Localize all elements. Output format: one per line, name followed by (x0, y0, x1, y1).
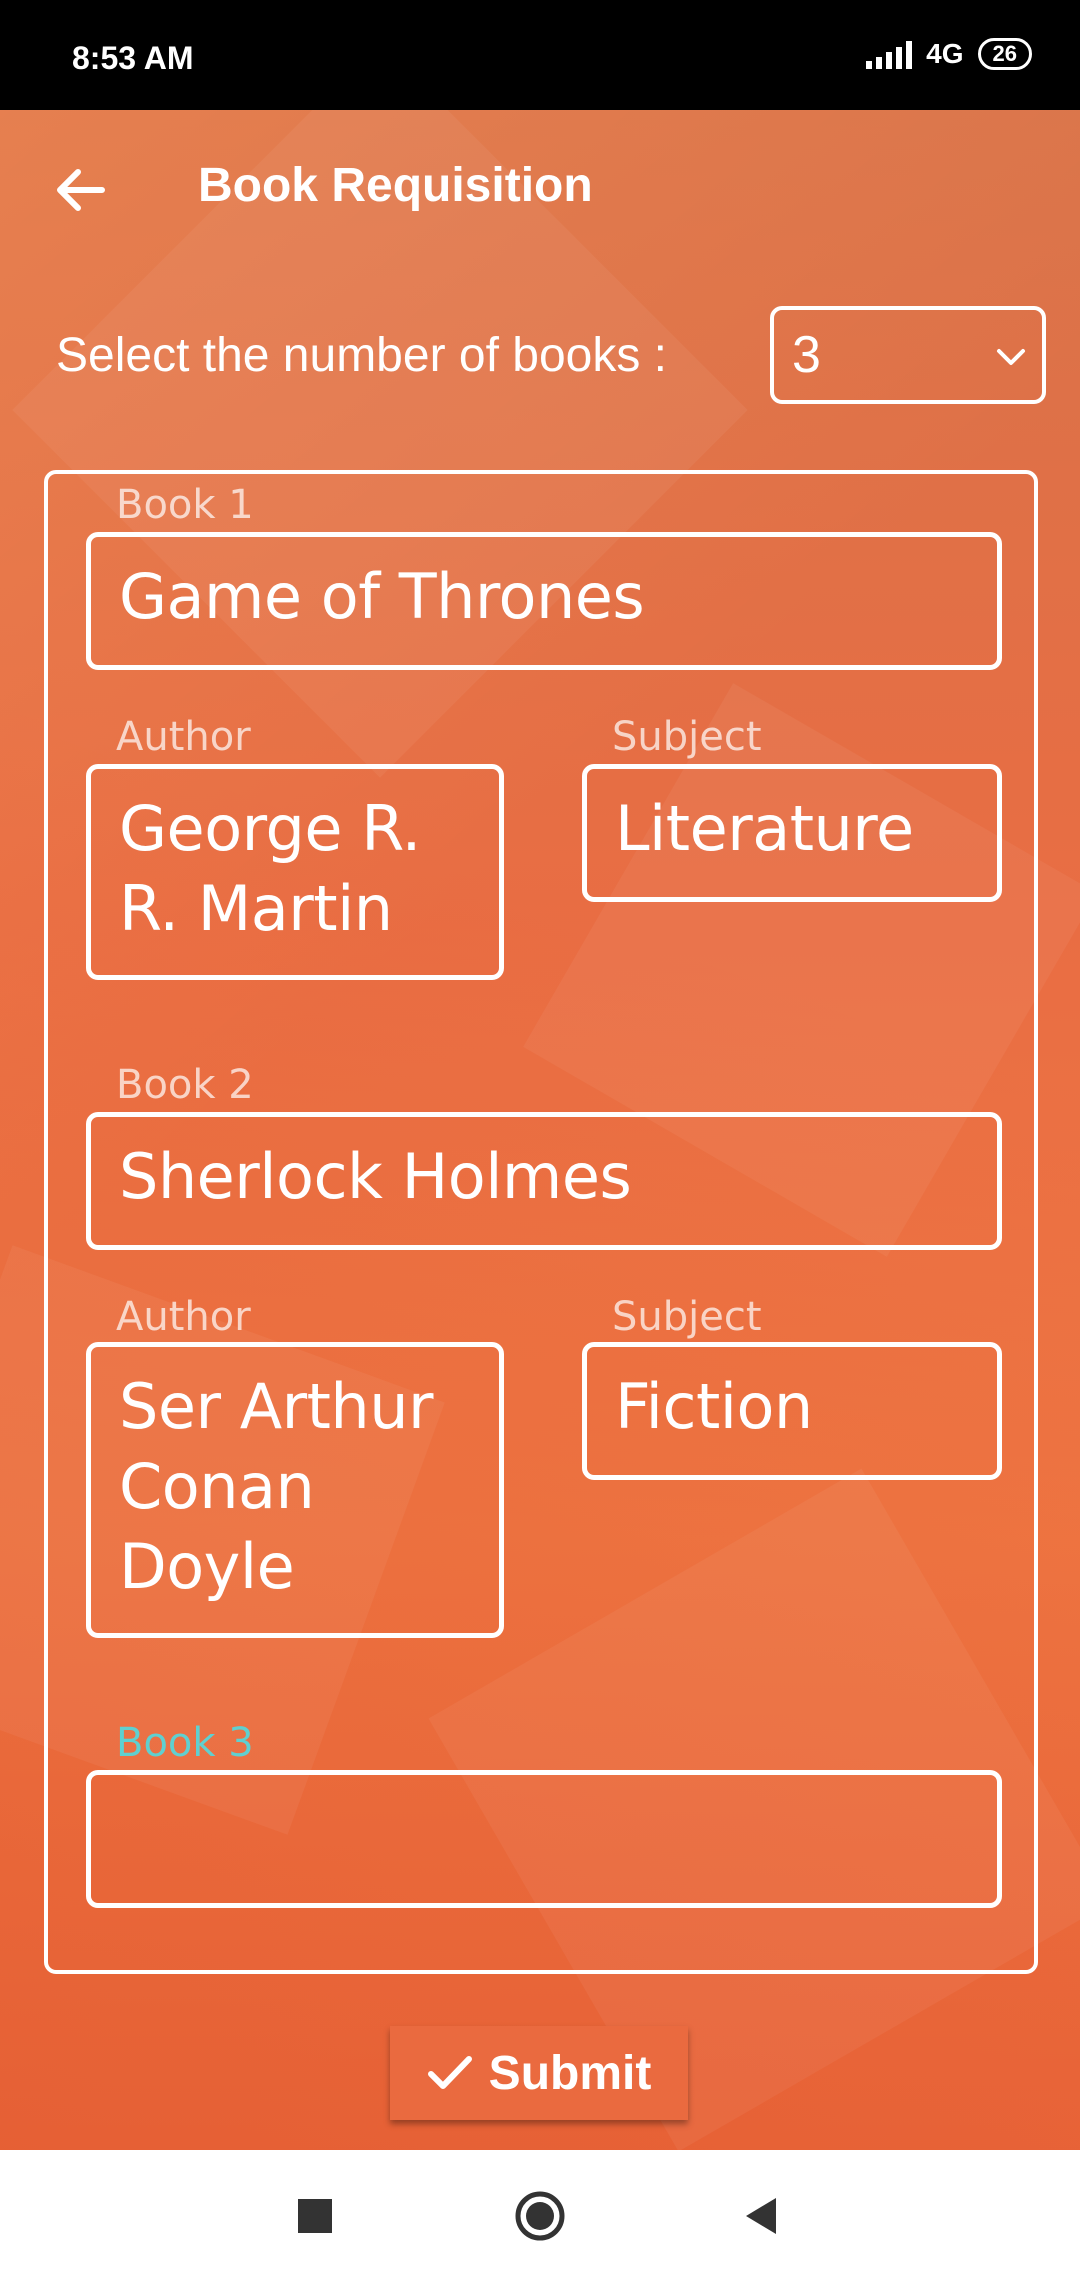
book-2-author-label: Author (116, 1294, 251, 1340)
book-form-card: Book 1 Game of Thrones Author George R. … (44, 470, 1038, 1974)
book-count-value: 3 (792, 326, 821, 384)
battery-icon: 26 (977, 38, 1032, 70)
book-1-author-label: Author (116, 714, 251, 760)
book-2-label: Book 2 (116, 1062, 254, 1108)
book-1-label: Book 1 (116, 482, 254, 528)
book-2-author-line2: Conan (119, 1450, 315, 1523)
chevron-down-icon (997, 349, 1025, 365)
status-time: 8:53 AM (72, 40, 194, 76)
book-3-label: Book 3 (116, 1720, 254, 1766)
book-count-select[interactable]: 3 (770, 306, 1046, 404)
book-2-author-field[interactable]: Ser Arthur Conan Doyle (86, 1342, 504, 1638)
submit-label: Submit (488, 2046, 652, 2100)
battery-level: 26 (992, 41, 1017, 66)
book-2-subject-label: Subject (612, 1294, 762, 1340)
book-2-author-line1: Ser Arthur (119, 1370, 434, 1443)
book-1-subject-field[interactable]: Literature (582, 764, 1002, 902)
book-3-title-field[interactable] (86, 1770, 1002, 1908)
status-bar: 8:53 AM 4G 26 (0, 0, 1080, 110)
book-2-title-field[interactable]: Sherlock Holmes (86, 1112, 1002, 1250)
book-1-author-line1: George R. (119, 792, 421, 865)
back-arrow-icon[interactable] (50, 160, 110, 220)
navigation-bar (0, 2150, 1080, 2280)
book-count-label: Select the number of books : (56, 329, 668, 382)
book-1-author-field[interactable]: George R. R. Martin (86, 764, 504, 980)
recent-apps-icon[interactable] (298, 2199, 332, 2233)
book-2-subject-field[interactable]: Fiction (582, 1342, 1002, 1480)
page-title: Book Requisition (198, 159, 593, 212)
book-1-title-field[interactable]: Game of Thrones (86, 532, 1002, 670)
submit-button[interactable]: Submit (390, 2026, 688, 2120)
status-icons: 4G 26 (866, 38, 1032, 70)
book-1-author-line2: R. Martin (119, 872, 393, 945)
checkmark-icon (427, 2056, 472, 2089)
book-2-author-line3: Doyle (119, 1530, 295, 1603)
network-type: 4G (926, 38, 964, 69)
back-triangle-icon[interactable] (742, 2196, 780, 2236)
book-1-subject-label: Subject (612, 714, 762, 760)
signal-icon (866, 39, 913, 69)
home-icon[interactable] (514, 2190, 566, 2242)
